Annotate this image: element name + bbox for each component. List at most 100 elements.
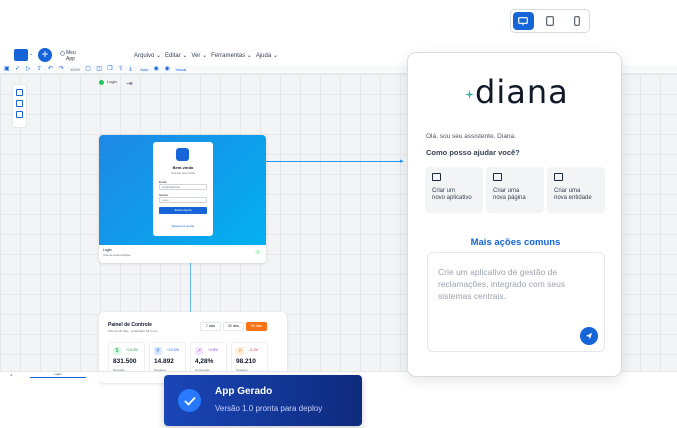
logo-text: diana bbox=[475, 73, 569, 111]
tablet-icon bbox=[546, 16, 554, 26]
suggestion-new-entity[interactable]: Criar uma nova entidade bbox=[547, 167, 605, 213]
range-90-days[interactable]: 90 dias bbox=[246, 322, 267, 331]
status-check-icon: ◉ bbox=[164, 65, 170, 72]
login-screen-card[interactable]: Bem-vindo Acesse sua conta Email seu@ema… bbox=[99, 135, 266, 263]
main-menu: Arquivo ⌄ Editar ⌄ Ver ⌄ Ferramentas ⌄ A… bbox=[134, 52, 282, 59]
dashboard-subtitle: Últimos 30 dias · Atualizado há 5 min bbox=[108, 329, 158, 333]
toast-message: Versão 1.0 pronta para deploy bbox=[215, 404, 323, 413]
suggestion-line2: nova entidade bbox=[554, 195, 592, 201]
menu-ajuda[interactable]: Ajuda ⌄ bbox=[256, 52, 278, 59]
flow-connector-vertical bbox=[190, 263, 191, 312]
download-icon[interactable]: ⤓ bbox=[129, 66, 135, 72]
copy-icon[interactable]: ❐ bbox=[107, 66, 113, 72]
sparkle-icon bbox=[465, 89, 474, 99]
dashboard-title: Painel de Controle bbox=[108, 322, 152, 328]
trend-icon: ↗ bbox=[195, 347, 203, 355]
kpi-change: +14,3% bbox=[126, 348, 138, 352]
send-icon bbox=[585, 332, 593, 340]
prompt-input[interactable]: Crie um aplicativo de gestão de reclamaç… bbox=[427, 252, 605, 352]
comment-icon[interactable]: ▢ bbox=[85, 66, 91, 72]
kpi-value: 98.210 bbox=[236, 358, 256, 365]
card-status-icon: • bbox=[255, 249, 261, 255]
login-card-subtitle: Tela de autenticação bbox=[103, 253, 131, 257]
suggestion-new-app[interactable]: Criar um novo aplicativo bbox=[425, 167, 483, 213]
tab-login[interactable]: Login bbox=[30, 372, 86, 378]
prompt-placeholder: Crie um aplicativo de gestão de reclamaç… bbox=[438, 267, 566, 301]
entity-icon bbox=[554, 173, 563, 181]
canvas-tools bbox=[12, 84, 27, 128]
preview-icon[interactable]: ◫ bbox=[96, 66, 102, 72]
page-icon bbox=[493, 173, 502, 181]
add-button[interactable]: + bbox=[38, 48, 52, 62]
save-icon[interactable]: ▣ bbox=[4, 66, 10, 72]
success-toast: App Gerado Versão 1.0 pronta para deploy bbox=[164, 375, 362, 426]
share-icon[interactable]: ⇧ bbox=[118, 66, 124, 72]
menu-ferramentas[interactable]: Ferramentas ⌄ bbox=[211, 52, 252, 59]
enter-screen-icon[interactable]: ⇥ bbox=[126, 79, 133, 88]
visual-mode-label[interactable]: Visual bbox=[175, 67, 186, 72]
range-30-days[interactable]: 30 dias bbox=[223, 322, 244, 331]
status-ok-icon: ◉ bbox=[153, 65, 159, 72]
check-circle-icon bbox=[178, 389, 201, 412]
diana-logo: diana bbox=[465, 73, 569, 111]
suggestion-line1: Criar um bbox=[432, 188, 456, 194]
layers-icon[interactable] bbox=[16, 89, 23, 96]
flow-connector bbox=[266, 161, 403, 162]
assistant-question: Como posso ajudar você? bbox=[426, 148, 520, 157]
mobile-icon bbox=[573, 16, 580, 26]
app-status-icon bbox=[60, 51, 65, 56]
send-button[interactable] bbox=[580, 327, 598, 345]
suggestion-new-page[interactable]: Criar uma nova página bbox=[486, 167, 544, 213]
arrow-right-icon: ▸ bbox=[400, 158, 404, 165]
chevron-down-icon: ⌄ bbox=[29, 51, 34, 57]
login-subtitle: Acesse sua conta bbox=[171, 171, 195, 175]
menu-ver[interactable]: Ver ⌄ bbox=[191, 52, 207, 59]
suggestion-line1: Criar uma bbox=[554, 188, 581, 194]
login-preview: Bem-vindo Acesse sua conta Email seu@ema… bbox=[99, 135, 266, 245]
dollar-icon: $ bbox=[113, 347, 121, 355]
app-name[interactable]: Meu App bbox=[66, 50, 84, 62]
app-logo[interactable] bbox=[14, 49, 28, 61]
kpi-value: 14.892 bbox=[154, 358, 174, 365]
upload-icon[interactable]: ⇪ bbox=[37, 66, 43, 72]
password-field[interactable]: •••••••• bbox=[159, 197, 207, 203]
email-placeholder: seu@email.com bbox=[162, 186, 180, 189]
suggestion-line1: Criar uma bbox=[493, 188, 520, 194]
play-icon[interactable]: ▷ bbox=[26, 66, 32, 72]
menu-arquivo[interactable]: Arquivo ⌄ bbox=[134, 52, 161, 59]
redo-icon[interactable]: ↷ bbox=[59, 66, 65, 72]
data-icon[interactable] bbox=[16, 111, 23, 118]
check-icon[interactable]: ✓ bbox=[15, 66, 21, 72]
suggestion-line2: novo aplicativo bbox=[432, 195, 472, 201]
desktop-icon bbox=[518, 16, 529, 25]
desktop-view-button[interactable] bbox=[513, 12, 534, 30]
kpi-value: 4,28% bbox=[195, 358, 214, 365]
login-title: Bem-vindo bbox=[172, 165, 194, 170]
plus-icon: + bbox=[41, 47, 49, 61]
kpi-value: 831.500 bbox=[113, 358, 137, 365]
login-submit-button[interactable]: Entrar Agora bbox=[159, 207, 207, 214]
add-page-icon[interactable]: ⊕ bbox=[10, 373, 13, 377]
assistant-greeting: Olá, sou seu assistente, Diana. bbox=[426, 133, 516, 140]
forgot-password-link[interactable]: Esqueci a senha bbox=[153, 224, 213, 228]
range-7-days[interactable]: 7 dias bbox=[200, 322, 221, 331]
folder-icon bbox=[432, 173, 441, 181]
suggestion-line2: nova página bbox=[493, 195, 526, 201]
kpi-change: +0,8% bbox=[208, 348, 219, 352]
login-form: Bem-vindo Acesse sua conta Email seu@ema… bbox=[153, 142, 213, 236]
zoom-level[interactable]: 100% bbox=[70, 67, 80, 72]
email-field[interactable]: seu@email.com bbox=[159, 184, 207, 190]
toast-title: App Gerado bbox=[215, 386, 273, 397]
bolt-icon: ⚡ bbox=[236, 347, 244, 355]
users-icon: ⚲ bbox=[154, 347, 162, 355]
undo-icon[interactable]: ↶ bbox=[48, 66, 54, 72]
mobile-view-button[interactable] bbox=[566, 12, 587, 30]
kpi-change: -2,1% bbox=[249, 348, 259, 352]
auto-toggle-label[interactable]: Auto bbox=[140, 67, 148, 72]
components-icon[interactable] bbox=[16, 100, 23, 107]
tablet-view-button[interactable] bbox=[540, 12, 561, 30]
kpi-change: +12,5% bbox=[167, 348, 179, 352]
assistant-panel: diana Olá, sou seu assistente, Diana. Co… bbox=[407, 52, 622, 377]
menu-editar[interactable]: Editar ⌄ bbox=[165, 52, 187, 59]
device-switcher bbox=[510, 9, 590, 33]
